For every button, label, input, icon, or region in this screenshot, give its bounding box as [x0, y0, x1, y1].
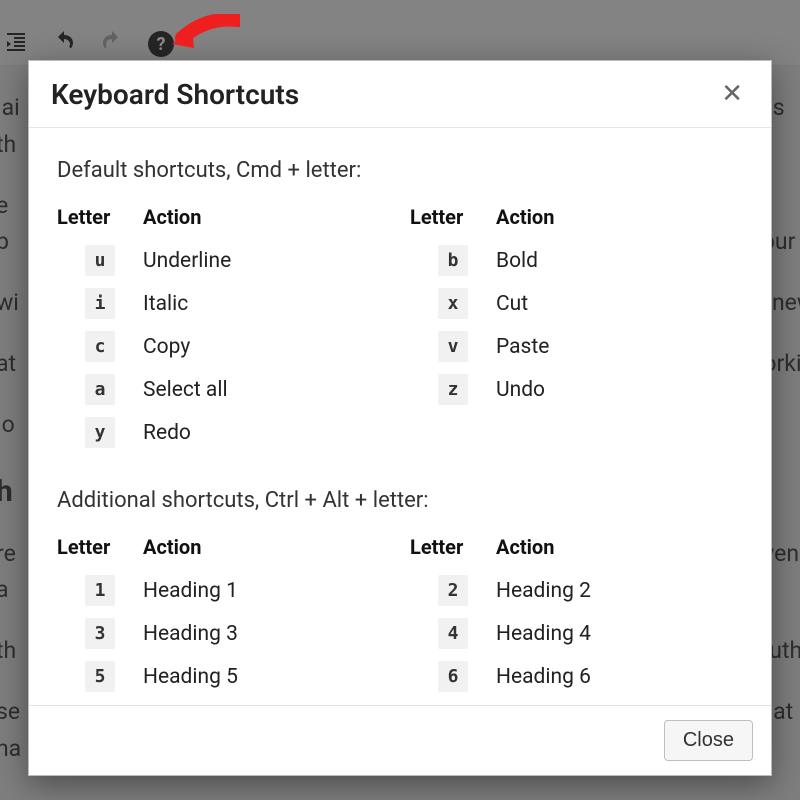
shortcut-row: i Italic — [57, 282, 390, 325]
modal-header: Keyboard Shortcuts ✕ — [29, 61, 771, 128]
column-header-letter: Letter — [410, 535, 496, 559]
shortcut-action: Heading 3 — [143, 622, 390, 646]
shortcut-action: Heading 1 — [143, 579, 390, 603]
shortcut-key: z — [438, 374, 469, 405]
shortcut-key: a — [85, 374, 116, 405]
additional-right-column: Letter Action 2 Heading 2 4 Heading 4 6 Headi… — [410, 535, 743, 698]
shortcut-key: x — [438, 288, 469, 319]
shortcut-row: y Redo — [57, 411, 390, 454]
shortcut-key: c — [85, 331, 116, 362]
shortcut-key: 3 — [85, 618, 116, 649]
shortcut-action: Cut — [496, 292, 743, 316]
shortcut-key: 1 — [85, 575, 116, 606]
default-left-column: Letter Action u Underline i Italic c Copy a Sel… — [57, 205, 390, 454]
shortcut-action: Bold — [496, 249, 743, 273]
modal-title: Keyboard Shortcuts — [51, 78, 299, 111]
shortcut-action: Undo — [496, 378, 743, 402]
shortcut-key: u — [85, 245, 116, 276]
shortcut-action: Paste — [496, 335, 743, 359]
column-header-letter: Letter — [57, 535, 143, 559]
shortcut-action: Select all — [143, 378, 390, 402]
shortcut-row: 1 Heading 1 — [57, 569, 390, 612]
shortcut-key: y — [85, 417, 116, 448]
shortcut-action: Heading 5 — [143, 665, 390, 689]
shortcut-row: u Underline — [57, 239, 390, 282]
default-right-column: Letter Action b Bold x Cut v Paste z Undo — [410, 205, 743, 454]
shortcut-row: c Copy — [57, 325, 390, 368]
shortcut-row: v Paste — [410, 325, 743, 368]
column-header-action: Action — [496, 205, 743, 229]
shortcut-key: 2 — [438, 575, 469, 606]
shortcut-key: v — [438, 331, 469, 362]
keyboard-shortcuts-modal: Keyboard Shortcuts ✕ Default shortcuts, … — [28, 60, 772, 776]
modal-body[interactable]: Default shortcuts, Cmd + letter: Letter … — [29, 128, 771, 705]
shortcut-action: Italic — [143, 292, 390, 316]
shortcut-row: 2 Heading 2 — [410, 569, 743, 612]
shortcut-key: 4 — [438, 618, 469, 649]
shortcut-key: 6 — [438, 661, 469, 692]
section-default-heading: Default shortcuts, Cmd + letter: — [57, 158, 743, 183]
shortcut-action: Underline — [143, 249, 390, 273]
shortcut-action: Heading 6 — [496, 665, 743, 689]
section-additional-heading: Additional shortcuts, Ctrl + Alt + lette… — [57, 488, 743, 513]
shortcut-row: x Cut — [410, 282, 743, 325]
additional-left-column: Letter Action 1 Heading 1 3 Heading 3 5 Headi… — [57, 535, 390, 698]
shortcut-row: a Select all — [57, 368, 390, 411]
shortcut-action: Redo — [143, 421, 390, 445]
column-header-action: Action — [143, 205, 390, 229]
shortcut-row: 6 Heading 6 — [410, 655, 743, 698]
close-icon[interactable]: ✕ — [715, 75, 749, 113]
modal-footer: Close — [29, 705, 771, 775]
shortcut-row: 5 Heading 5 — [57, 655, 390, 698]
shortcut-key: 5 — [85, 661, 116, 692]
column-header-letter: Letter — [410, 205, 496, 229]
column-header-letter: Letter — [57, 205, 143, 229]
shortcut-row: 4 Heading 4 — [410, 612, 743, 655]
shortcut-row: 3 Heading 3 — [57, 612, 390, 655]
shortcut-row: b Bold — [410, 239, 743, 282]
shortcut-row: z Undo — [410, 368, 743, 411]
shortcut-key: i — [85, 288, 116, 319]
shortcut-action: Heading 2 — [496, 579, 743, 603]
default-shortcut-columns: Letter Action u Underline i Italic c Copy a Sel… — [57, 205, 743, 454]
column-header-action: Action — [143, 535, 390, 559]
column-header-action: Action — [496, 535, 743, 559]
additional-shortcut-columns: Letter Action 1 Heading 1 3 Heading 3 5 Headi… — [57, 535, 743, 698]
shortcut-action: Heading 4 — [496, 622, 743, 646]
close-button[interactable]: Close — [664, 720, 753, 761]
shortcut-key: b — [438, 245, 469, 276]
shortcut-action: Copy — [143, 335, 390, 359]
